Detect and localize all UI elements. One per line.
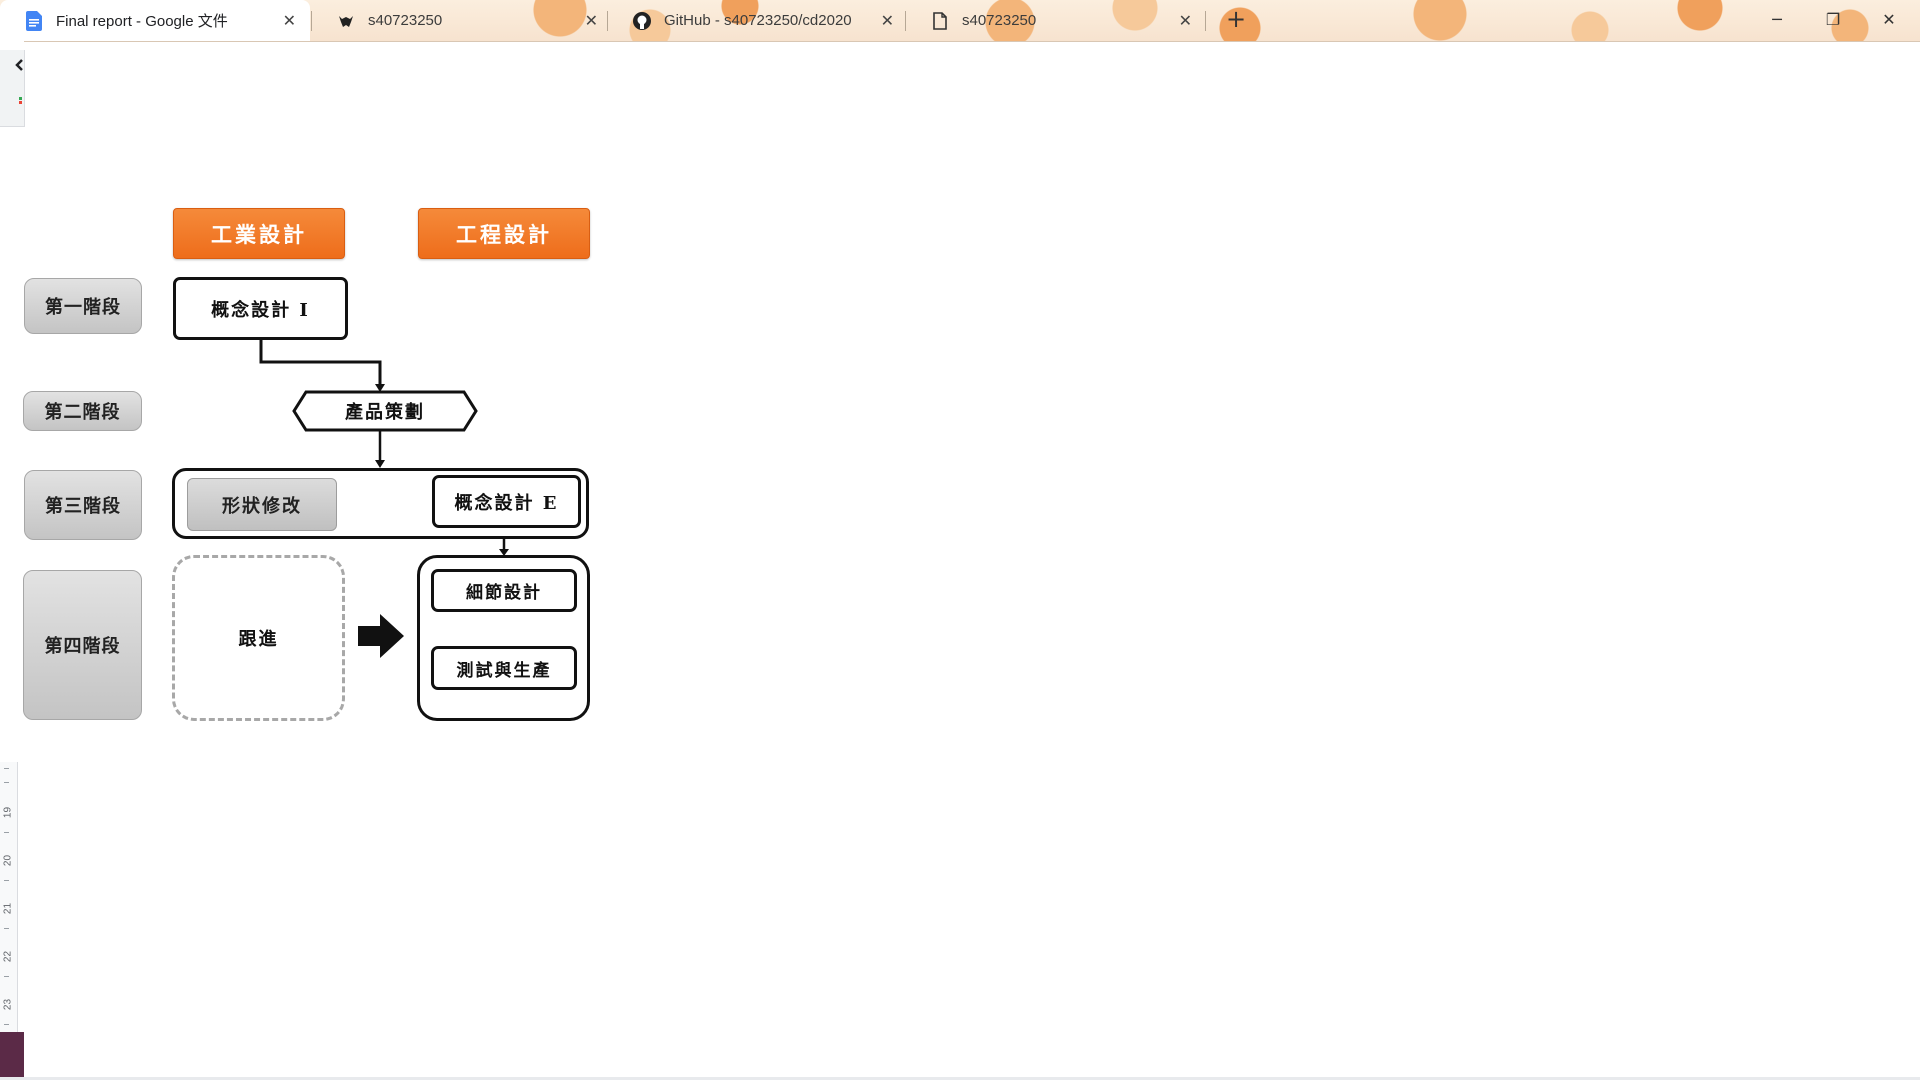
header-engineering-design: 工程設計	[418, 208, 590, 259]
right-arrow-icon	[358, 614, 404, 658]
stage-2-label: 第二階段	[23, 391, 142, 431]
node-product-planning: 產品策劃	[345, 402, 425, 423]
node-concept-design-i: 概念設計 I	[173, 277, 348, 340]
design-process-diagram: 工業設計 工程設計 第一階段 第二階段 第三階段 第四階段 概念設計 I 產品策…	[0, 0, 1920, 1080]
stage-4-label: 第四階段	[23, 570, 142, 720]
diagram-connectors	[259, 340, 510, 658]
stage-3-label: 第三階段	[24, 470, 142, 540]
node-detail-design: 細節設計	[431, 569, 577, 612]
node-shape-modification: 形狀修改	[187, 478, 337, 531]
stage-1-label: 第一階段	[24, 278, 142, 334]
node-concept-design-e: 概念設計 E	[432, 475, 581, 528]
node-test-production: 測試與生產	[431, 646, 577, 690]
header-industrial-design: 工業設計	[173, 208, 345, 259]
node-follow-up: 跟進	[172, 555, 345, 721]
